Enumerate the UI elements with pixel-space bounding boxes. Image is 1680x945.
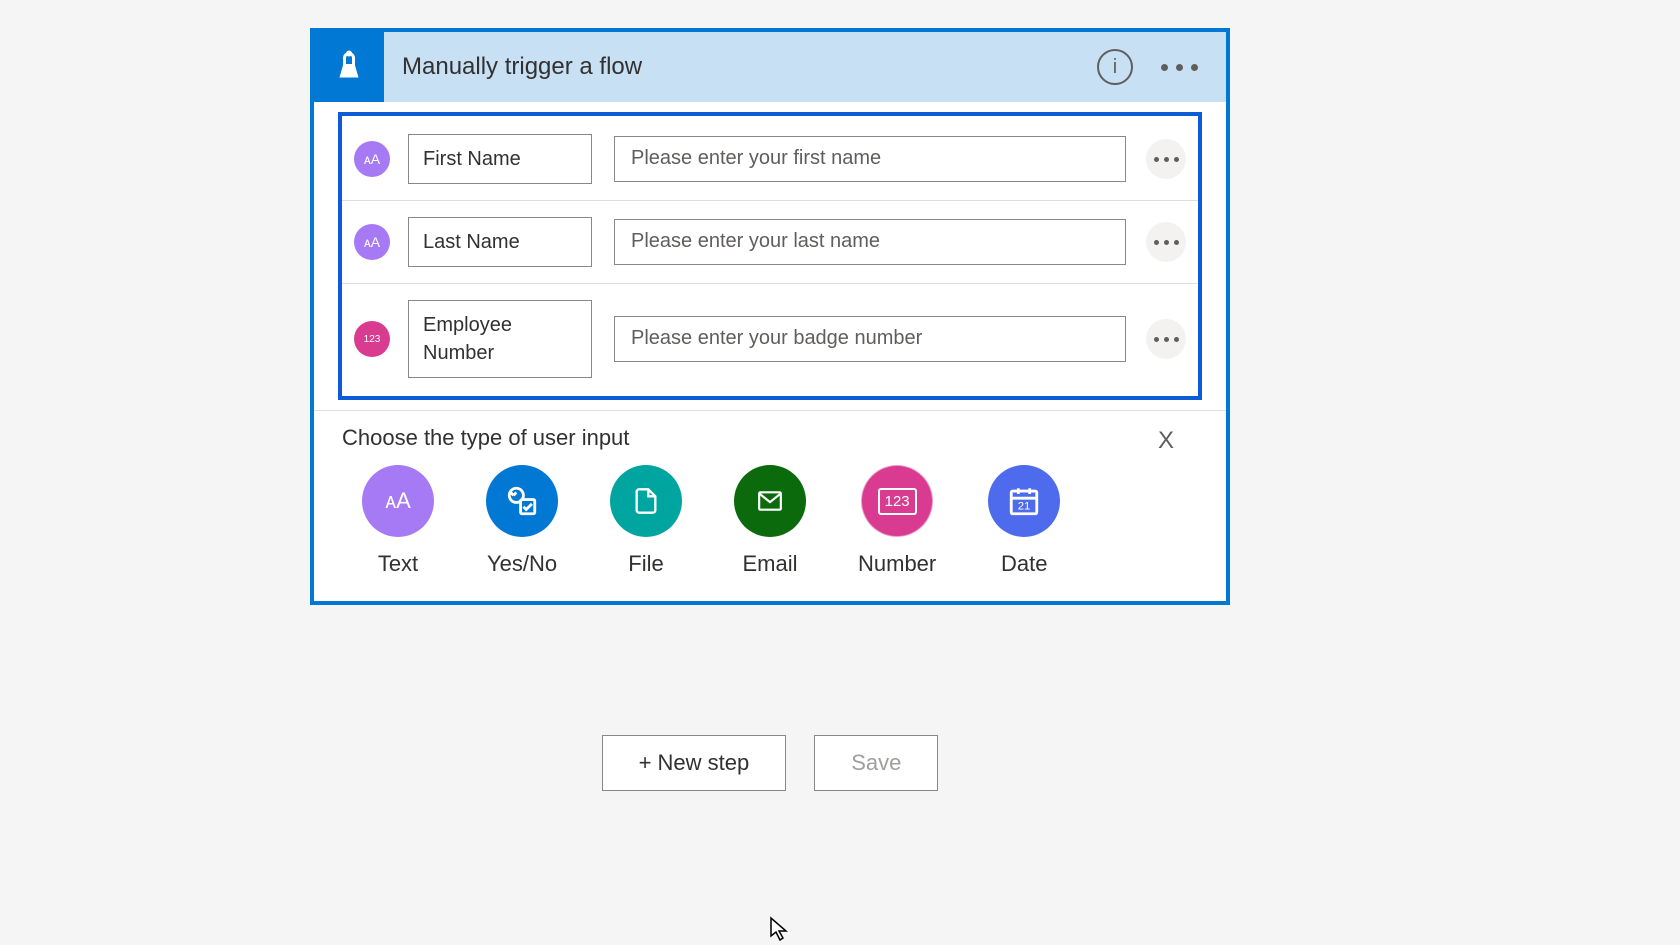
- new-step-button[interactable]: + New step: [602, 735, 787, 791]
- trigger-header[interactable]: Manually trigger a flow i: [314, 32, 1226, 102]
- type-option-label: Yes/No: [487, 551, 557, 577]
- type-option-yesno[interactable]: Yes/No: [486, 465, 558, 577]
- input-row-first-name: ᴀA First Name Please enter your first na…: [342, 118, 1198, 201]
- type-option-email[interactable]: Email: [734, 465, 806, 577]
- type-option-label: Number: [858, 551, 936, 577]
- row-more-icon[interactable]: [1146, 222, 1186, 262]
- type-option-date[interactable]: 21 Date: [988, 465, 1060, 577]
- chooser-title: Choose the type of user input: [342, 425, 1198, 451]
- input-label[interactable]: First Name: [408, 134, 592, 184]
- type-options: ᴀA Text Yes/No: [342, 465, 1198, 577]
- input-placeholder[interactable]: Please enter your first name: [614, 136, 1126, 182]
- cursor-icon: [769, 916, 789, 942]
- number-icon: 123: [861, 465, 933, 537]
- input-row-employee-number: 123 Employee Number Please enter your ba…: [342, 284, 1198, 394]
- row-more-icon[interactable]: [1146, 319, 1186, 359]
- number-type-icon: 123: [354, 321, 390, 357]
- manual-trigger-icon: [314, 32, 384, 102]
- trigger-card: Manually trigger a flow i ᴀA First Name …: [310, 28, 1230, 605]
- type-option-number[interactable]: 123 Number: [858, 465, 936, 577]
- input-placeholder[interactable]: Please enter your badge number: [614, 316, 1126, 362]
- input-row-last-name: ᴀA Last Name Please enter your last name: [342, 201, 1198, 284]
- type-option-label: Text: [378, 551, 418, 577]
- input-placeholder[interactable]: Please enter your last name: [614, 219, 1126, 265]
- inputs-highlight: ᴀA First Name Please enter your first na…: [338, 112, 1202, 400]
- text-type-icon: ᴀA: [354, 141, 390, 177]
- save-button[interactable]: Save: [814, 735, 938, 791]
- type-option-label: File: [628, 551, 663, 577]
- email-icon: [734, 465, 806, 537]
- input-label[interactable]: Last Name: [408, 217, 592, 267]
- inputs-area: ᴀA First Name Please enter your first na…: [332, 106, 1208, 406]
- trigger-title: Manually trigger a flow: [384, 53, 1097, 81]
- type-option-file[interactable]: File: [610, 465, 682, 577]
- footer-actions: + New step Save: [310, 735, 1230, 791]
- input-type-chooser: Choose the type of user input X ᴀA Text …: [314, 410, 1226, 601]
- svg-text:21: 21: [1018, 501, 1031, 513]
- info-icon[interactable]: i: [1097, 49, 1133, 85]
- text-type-icon: ᴀA: [354, 224, 390, 260]
- more-icon[interactable]: [1161, 64, 1198, 71]
- input-label[interactable]: Employee Number: [408, 300, 592, 378]
- date-icon: 21: [988, 465, 1060, 537]
- yesno-icon: [486, 465, 558, 537]
- type-option-label: Date: [1001, 551, 1047, 577]
- type-option-label: Email: [742, 551, 797, 577]
- close-icon[interactable]: X: [1158, 427, 1174, 455]
- type-option-text[interactable]: ᴀA Text: [362, 465, 434, 577]
- file-icon: [610, 465, 682, 537]
- text-icon: ᴀA: [362, 465, 434, 537]
- row-more-icon[interactable]: [1146, 139, 1186, 179]
